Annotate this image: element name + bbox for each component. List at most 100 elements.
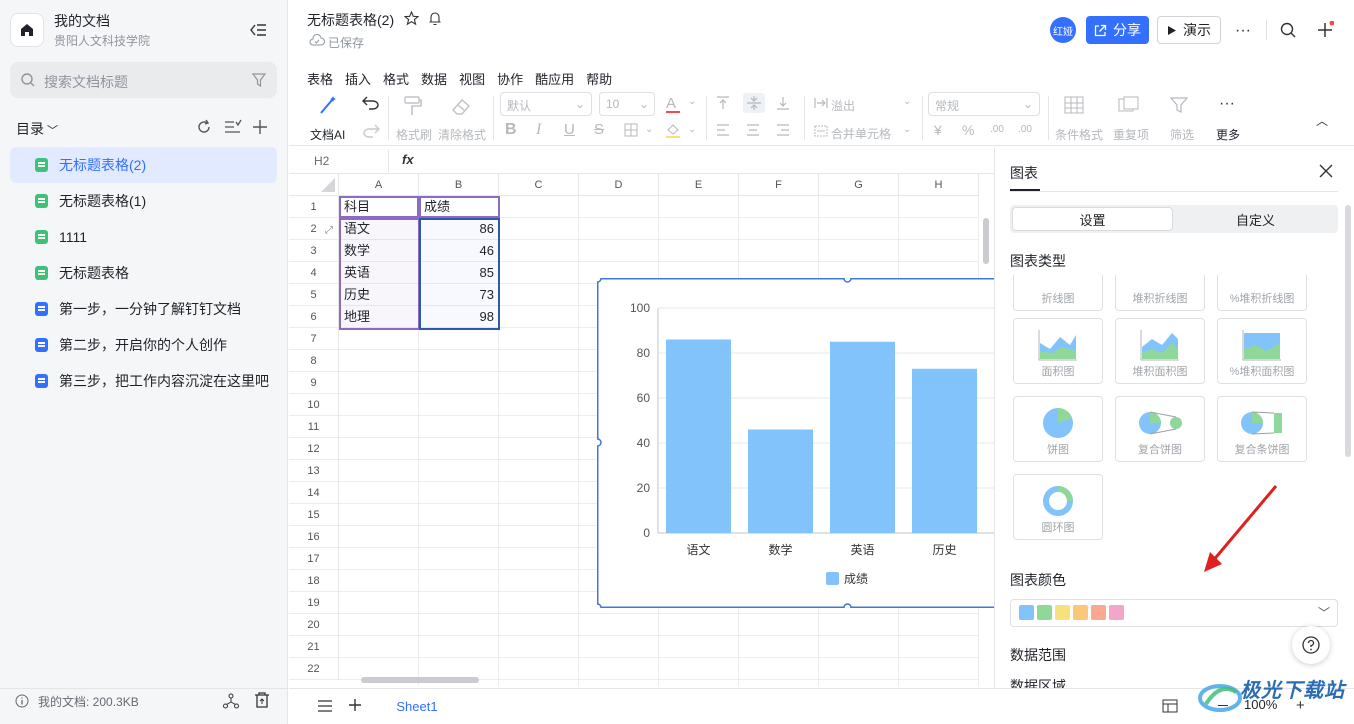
menu-item[interactable]: 视图 (459, 69, 485, 88)
chart-type-composite-bar-pie[interactable]: 复合条饼图 (1217, 396, 1307, 462)
percent-button[interactable]: % (962, 122, 974, 138)
score-cell[interactable]: 46 (419, 240, 499, 262)
column-header[interactable]: C (499, 174, 579, 196)
chart-type-stacked-area[interactable]: 堆积面积图 (1115, 318, 1205, 384)
underline-icon[interactable]: U (564, 121, 575, 138)
filter-icon[interactable] (252, 72, 266, 88)
sort-icon[interactable] (224, 119, 242, 135)
file-item[interactable]: 1111 (10, 219, 277, 255)
cell-reference[interactable]: H2 (314, 154, 329, 168)
subject-cell[interactable]: 英语 (339, 262, 419, 284)
trash-icon[interactable] (253, 691, 271, 709)
scroll-thumb[interactable] (361, 677, 479, 683)
conditional-format-button[interactable]: 条件格式 (1055, 126, 1103, 143)
header-cell-subject[interactable]: 科目 (339, 196, 419, 218)
number-format-select[interactable]: 常规 ⌄ (928, 92, 1040, 116)
chart-type-stacked-line[interactable]: 堆积折线图 (1115, 275, 1205, 311)
sheet-list-icon[interactable] (317, 699, 333, 713)
bell-icon[interactable] (428, 11, 442, 26)
chevron-down-icon[interactable]: ⌄ (645, 124, 653, 135)
row-header[interactable]: 10 (289, 394, 339, 416)
column-header[interactable]: E (659, 174, 739, 196)
tab-settings[interactable]: 设置 (1012, 207, 1173, 231)
menu-item[interactable]: 格式 (383, 69, 409, 88)
row-header[interactable]: 9 (289, 372, 339, 394)
row-header[interactable]: 21 (289, 636, 339, 658)
column-header[interactable]: A (339, 174, 419, 196)
layout-icon[interactable] (1162, 699, 1178, 713)
fill-color-icon[interactable] (665, 122, 681, 138)
chart-type-line[interactable]: 折线图 (1013, 275, 1103, 311)
chart-type-composite-pie[interactable]: 复合饼图 (1115, 396, 1205, 462)
refresh-icon[interactable] (196, 119, 212, 135)
menu-item[interactable]: 协作 (497, 69, 523, 88)
present-button[interactable]: 演示 (1157, 16, 1221, 44)
align-center-icon[interactable] (746, 124, 760, 136)
row-header[interactable]: 7 (289, 328, 339, 350)
file-item[interactable]: 第二步，开启你的个人创作 (10, 327, 277, 363)
conditional-format-icon[interactable] (1064, 96, 1084, 114)
merge-icon[interactable] (814, 125, 828, 137)
chevron-down-icon[interactable]: ⌄ (903, 124, 911, 135)
sheet-tab[interactable]: Sheet1 (388, 688, 446, 724)
chart-type-area[interactable]: 面积图 (1013, 318, 1103, 384)
font-size-select[interactable]: 10 ⌄ (599, 92, 655, 116)
score-cell[interactable]: 73 (419, 284, 499, 306)
decrease-decimal-icon[interactable]: .00 (990, 124, 1004, 135)
search-box[interactable]: 搜索文档标题 (10, 62, 277, 98)
chart-type-donut[interactable]: 圆环图 (1013, 474, 1103, 540)
chevron-down-icon[interactable]: ⌄ (688, 124, 696, 135)
font-color-icon[interactable]: A (666, 95, 680, 113)
italic-icon[interactable]: I (536, 121, 541, 139)
chevron-up-icon[interactable]: ︿ (1316, 112, 1328, 129)
eraser-icon[interactable] (451, 96, 473, 116)
score-cell[interactable]: 98 (419, 306, 499, 328)
menu-item[interactable]: 酷应用 (535, 69, 574, 88)
row-header[interactable]: 8 (289, 350, 339, 372)
row-header[interactable]: 11 (289, 416, 339, 438)
menu-item[interactable]: 插入 (345, 69, 371, 88)
chart-object[interactable]: 0 20 40 60 80 100 语文 数学 英语 历史 成绩 (597, 278, 994, 608)
align-left-icon[interactable] (716, 124, 730, 136)
search-icon[interactable] (1280, 22, 1296, 38)
help-button[interactable] (1292, 626, 1330, 664)
column-header[interactable]: D (579, 174, 659, 196)
menu-item[interactable]: 帮助 (586, 69, 612, 88)
scroll-thumb[interactable] (983, 218, 989, 264)
file-item[interactable]: 无标题表格 (10, 255, 277, 291)
org-icon[interactable] (222, 692, 240, 710)
bar-chart[interactable]: 0 20 40 60 80 100 语文 数学 英语 历史成绩 (597, 278, 994, 608)
chart-type-percent-stacked-area[interactable]: %堆积面积图 (1217, 318, 1307, 384)
home-button[interactable] (10, 13, 44, 47)
increase-decimal-icon[interactable]: .00 (1018, 124, 1032, 135)
row-header[interactable]: 16 (289, 526, 339, 548)
align-right-icon[interactable] (776, 124, 790, 136)
row-header[interactable]: 18 (289, 570, 339, 592)
border-icon[interactable] (624, 123, 638, 137)
undo-icon[interactable] (362, 96, 380, 110)
header-cell-score[interactable]: 成绩 (419, 196, 499, 218)
file-item[interactable]: 第一步，一分钟了解钉钉文档 (10, 291, 277, 327)
close-icon[interactable] (1319, 164, 1333, 178)
doc-title[interactable]: 无标题表格(2) (307, 10, 394, 30)
subject-cell[interactable]: 地理 (339, 306, 419, 328)
score-cell[interactable]: 85 (419, 262, 499, 284)
format-painter-button[interactable]: 格式刷 (396, 126, 432, 143)
file-item[interactable]: 第三步，把工作内容沉淀在这里吧 (10, 363, 277, 399)
panel-scrollbar[interactable] (1345, 205, 1351, 457)
share-button[interactable]: 分享 (1086, 16, 1149, 44)
tab-custom[interactable]: 自定义 (1175, 207, 1336, 231)
row-header[interactable]: 5 (289, 284, 339, 306)
row-header[interactable]: 4 (289, 262, 339, 284)
filter-icon[interactable] (1170, 96, 1188, 114)
row-header[interactable]: 1 (289, 196, 339, 218)
subject-cell[interactable]: 数学 (339, 240, 419, 262)
duplicates-icon[interactable] (1118, 96, 1140, 114)
collapse-sidebar-icon[interactable] (248, 21, 268, 39)
add-icon[interactable] (252, 119, 268, 135)
row-header[interactable]: 6 (289, 306, 339, 328)
menu-item[interactable]: 数据 (421, 69, 447, 88)
more-icon[interactable]: ··· (1219, 95, 1235, 113)
clear-format-button[interactable]: 清除格式 (438, 126, 486, 143)
redo-icon[interactable] (362, 124, 380, 138)
